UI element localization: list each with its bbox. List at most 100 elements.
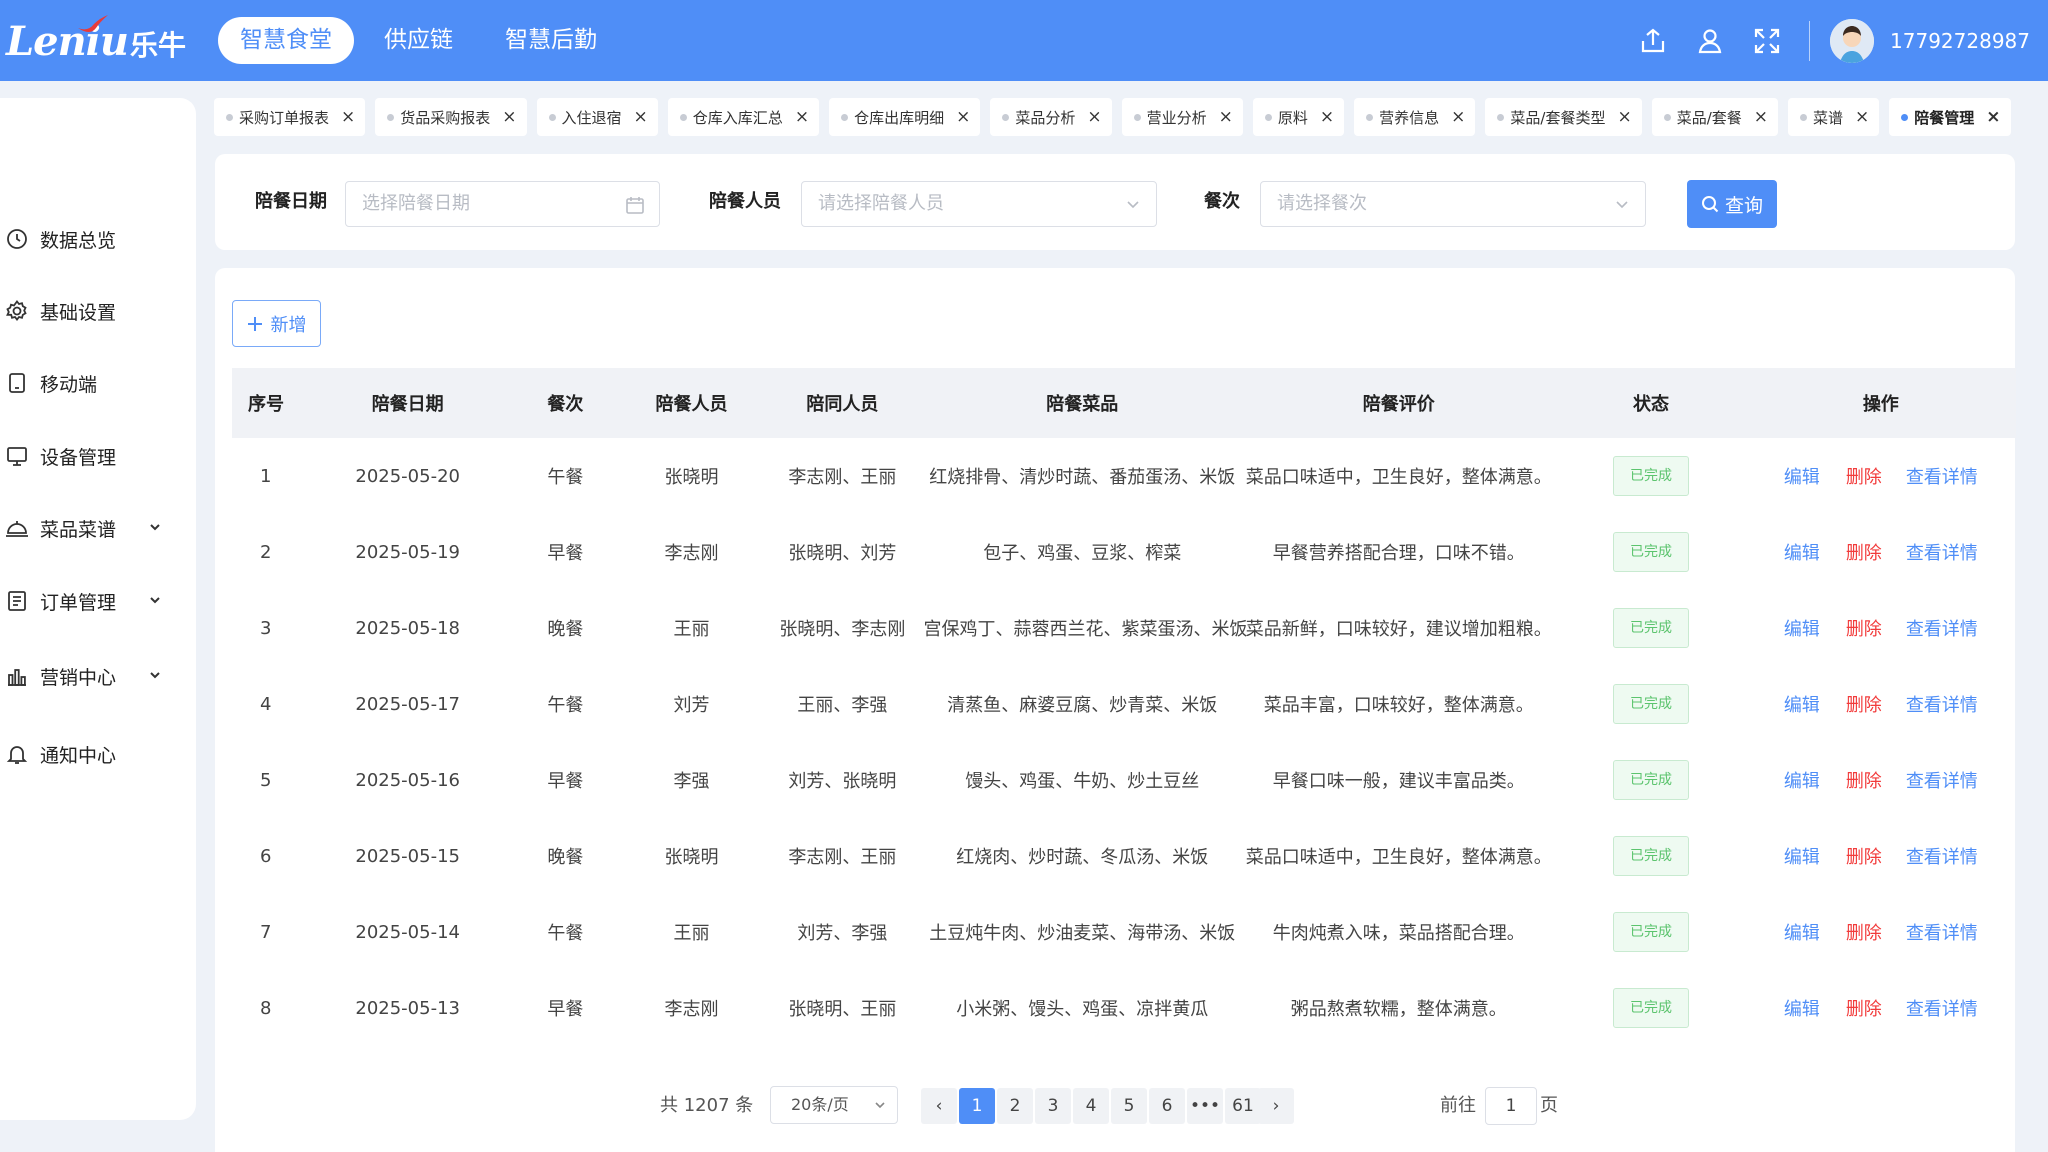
delete-link[interactable]: 删除 — [1846, 695, 1882, 716]
delete-link[interactable]: 删除 — [1846, 543, 1882, 564]
edit-link[interactable]: 编辑 — [1784, 923, 1820, 944]
edit-link[interactable]: 编辑 — [1784, 543, 1820, 564]
tab-recipes[interactable]: 菜谱 × — [1788, 98, 1880, 136]
nav-item-smart-canteen[interactable]: 智慧食堂 — [218, 17, 354, 64]
close-icon[interactable]: × — [1087, 107, 1101, 127]
cell-review: 粥品熬煮软糯，整体满意。 — [1290, 999, 1507, 1020]
sidebar-item-marketing-center[interactable]: 营销中心 — [0, 656, 196, 696]
close-icon[interactable]: × — [795, 107, 809, 127]
delete-link[interactable]: 删除 — [1846, 923, 1882, 944]
cell-status: 已完成 — [1556, 590, 1745, 666]
page-button[interactable]: 61 — [1225, 1088, 1261, 1124]
add-button[interactable]: 新增 — [232, 300, 321, 347]
sidebar-item-dishes-recipes[interactable]: 菜品菜谱 — [0, 508, 196, 548]
delete-link[interactable]: 删除 — [1846, 619, 1882, 640]
tab-purchase-order-report[interactable]: 采购订单报表 × — [214, 98, 366, 136]
tab-dot — [1497, 113, 1505, 121]
page-button[interactable]: 5 — [1111, 1088, 1147, 1124]
user-phone[interactable]: 17792728987 — [1890, 29, 2030, 53]
edit-link[interactable]: 编辑 — [1784, 999, 1820, 1020]
top-nav: 智慧食堂 供应链 智慧后勤 — [218, 17, 619, 64]
query-button[interactable]: 查询 — [1687, 180, 1777, 228]
close-icon[interactable]: × — [502, 107, 516, 127]
fullscreen-icon[interactable] — [1752, 26, 1782, 56]
sidebar-item-notification-center[interactable]: 通知中心 — [0, 734, 196, 774]
close-icon[interactable]: × — [341, 107, 355, 127]
cell-status: 已完成 — [1556, 514, 1745, 590]
tab-goods-purchase-report[interactable]: 货品采购报表 × — [375, 98, 527, 136]
cell-companions: 李志刚、王丽 — [788, 847, 897, 868]
page-ellipsis-button[interactable]: ••• — [1187, 1088, 1223, 1124]
delete-link[interactable]: 删除 — [1846, 467, 1882, 488]
close-icon[interactable]: × — [1320, 107, 1334, 127]
sidebar-item-data-overview[interactable]: 数据总览 — [0, 219, 196, 259]
cell-date: 2025-05-16 — [355, 769, 460, 791]
sidebar-item-mobile[interactable]: 移动端 — [0, 363, 196, 403]
bar-chart-icon — [4, 663, 30, 689]
edit-link[interactable]: 编辑 — [1784, 847, 1820, 868]
cell-dishes: 包子、鸡蛋、豆浆、榨菜 — [983, 543, 1182, 564]
person-filter-select[interactable]: 请选择陪餐人员 — [801, 181, 1157, 227]
edit-link[interactable]: 编辑 — [1784, 695, 1820, 716]
user-icon[interactable] — [1695, 26, 1725, 56]
sidebar-item-device-management[interactable]: 设备管理 — [0, 436, 196, 476]
tab-warehouse-inbound-summary[interactable]: 仓库入库汇总 × — [667, 98, 820, 136]
tab-ingredients[interactable]: 原料 × — [1252, 98, 1345, 136]
tab-dish-set[interactable]: 菜品/套餐 × — [1651, 98, 1779, 136]
goto-page-input[interactable]: 1 — [1485, 1087, 1537, 1125]
next-page-button[interactable]: › — [1258, 1088, 1294, 1124]
meal-filter-select[interactable]: 请选择餐次 — [1260, 181, 1646, 227]
delete-link[interactable]: 删除 — [1846, 999, 1882, 1020]
close-icon[interactable]: × — [1986, 107, 2000, 127]
tab-business-analysis[interactable]: 营业分析 × — [1121, 98, 1243, 136]
view-details-link[interactable]: 查看详情 — [1906, 923, 1978, 944]
cell-status: 已完成 — [1556, 438, 1745, 514]
page-button[interactable]: 3 — [1035, 1088, 1071, 1124]
column-header-no: 序号 — [232, 368, 307, 438]
tab-nutrition-info[interactable]: 营养信息 × — [1354, 98, 1476, 136]
tab-check-in-out[interactable]: 入住退宿 × — [536, 98, 658, 136]
avatar[interactable] — [1830, 18, 1875, 63]
date-filter-input[interactable]: 选择陪餐日期 — [345, 181, 660, 227]
view-details-link[interactable]: 查看详情 — [1906, 771, 1978, 792]
sidebar-item-order-management[interactable]: 订单管理 — [0, 581, 196, 621]
edit-link[interactable]: 编辑 — [1784, 467, 1820, 488]
view-details-link[interactable]: 查看详情 — [1906, 999, 1978, 1020]
tab-dish-set-type[interactable]: 菜品/套餐类型 × — [1485, 98, 1642, 136]
page-button[interactable]: 4 — [1073, 1088, 1109, 1124]
view-details-link[interactable]: 查看详情 — [1906, 543, 1978, 564]
delete-link[interactable]: 删除 — [1846, 847, 1882, 868]
close-icon[interactable]: × — [1617, 107, 1631, 127]
edit-link[interactable]: 编辑 — [1784, 771, 1820, 792]
export-icon[interactable] — [1638, 26, 1668, 56]
page-button[interactable]: 1 — [959, 1088, 995, 1124]
view-details-link[interactable]: 查看详情 — [1906, 467, 1978, 488]
page-button[interactable]: 2 — [997, 1088, 1033, 1124]
page-button[interactable]: 6 — [1149, 1088, 1185, 1124]
close-icon[interactable]: × — [1451, 107, 1465, 127]
close-icon[interactable]: × — [1754, 107, 1768, 127]
view-details-link[interactable]: 查看详情 — [1906, 847, 1978, 868]
page-size-select[interactable]: 20条/页 — [770, 1086, 898, 1124]
tab-warehouse-outbound-detail[interactable]: 仓库出库明细 × — [829, 98, 981, 136]
nav-item-supply-chain[interactable]: 供应链 — [362, 17, 475, 64]
close-icon[interactable]: × — [634, 107, 648, 127]
view-details-link[interactable]: 查看详情 — [1906, 619, 1978, 640]
delete-link[interactable]: 删除 — [1846, 771, 1882, 792]
close-icon[interactable]: × — [1219, 107, 1233, 127]
tab-dish-analysis[interactable]: 菜品分析 × — [990, 98, 1112, 136]
close-icon[interactable]: × — [956, 107, 970, 127]
close-icon[interactable]: × — [1855, 107, 1869, 127]
tab-accompany-meal-management[interactable]: 陪餐管理 × — [1889, 98, 2011, 136]
tab-label: 入住退宿 — [561, 108, 622, 127]
tab-dot — [1264, 113, 1272, 121]
view-details-link[interactable]: 查看详情 — [1906, 695, 1978, 716]
goto-label: 前往 — [1440, 1095, 1476, 1116]
prev-page-button[interactable]: ‹ — [921, 1088, 957, 1124]
cell-no: 8 — [260, 997, 272, 1019]
cell-companions: 刘芳、张晓明 — [788, 771, 897, 792]
table-row: 8 2025-05-13 早餐 李志刚 张晓明、王丽 小米粥、馒头、鸡蛋、凉拌黄瓜 粥品熬煮… — [232, 970, 2016, 1046]
nav-item-smart-logistics[interactable]: 智慧后勤 — [483, 17, 619, 64]
sidebar-item-basic-settings[interactable]: 基础设置 — [0, 291, 196, 331]
edit-link[interactable]: 编辑 — [1784, 619, 1820, 640]
